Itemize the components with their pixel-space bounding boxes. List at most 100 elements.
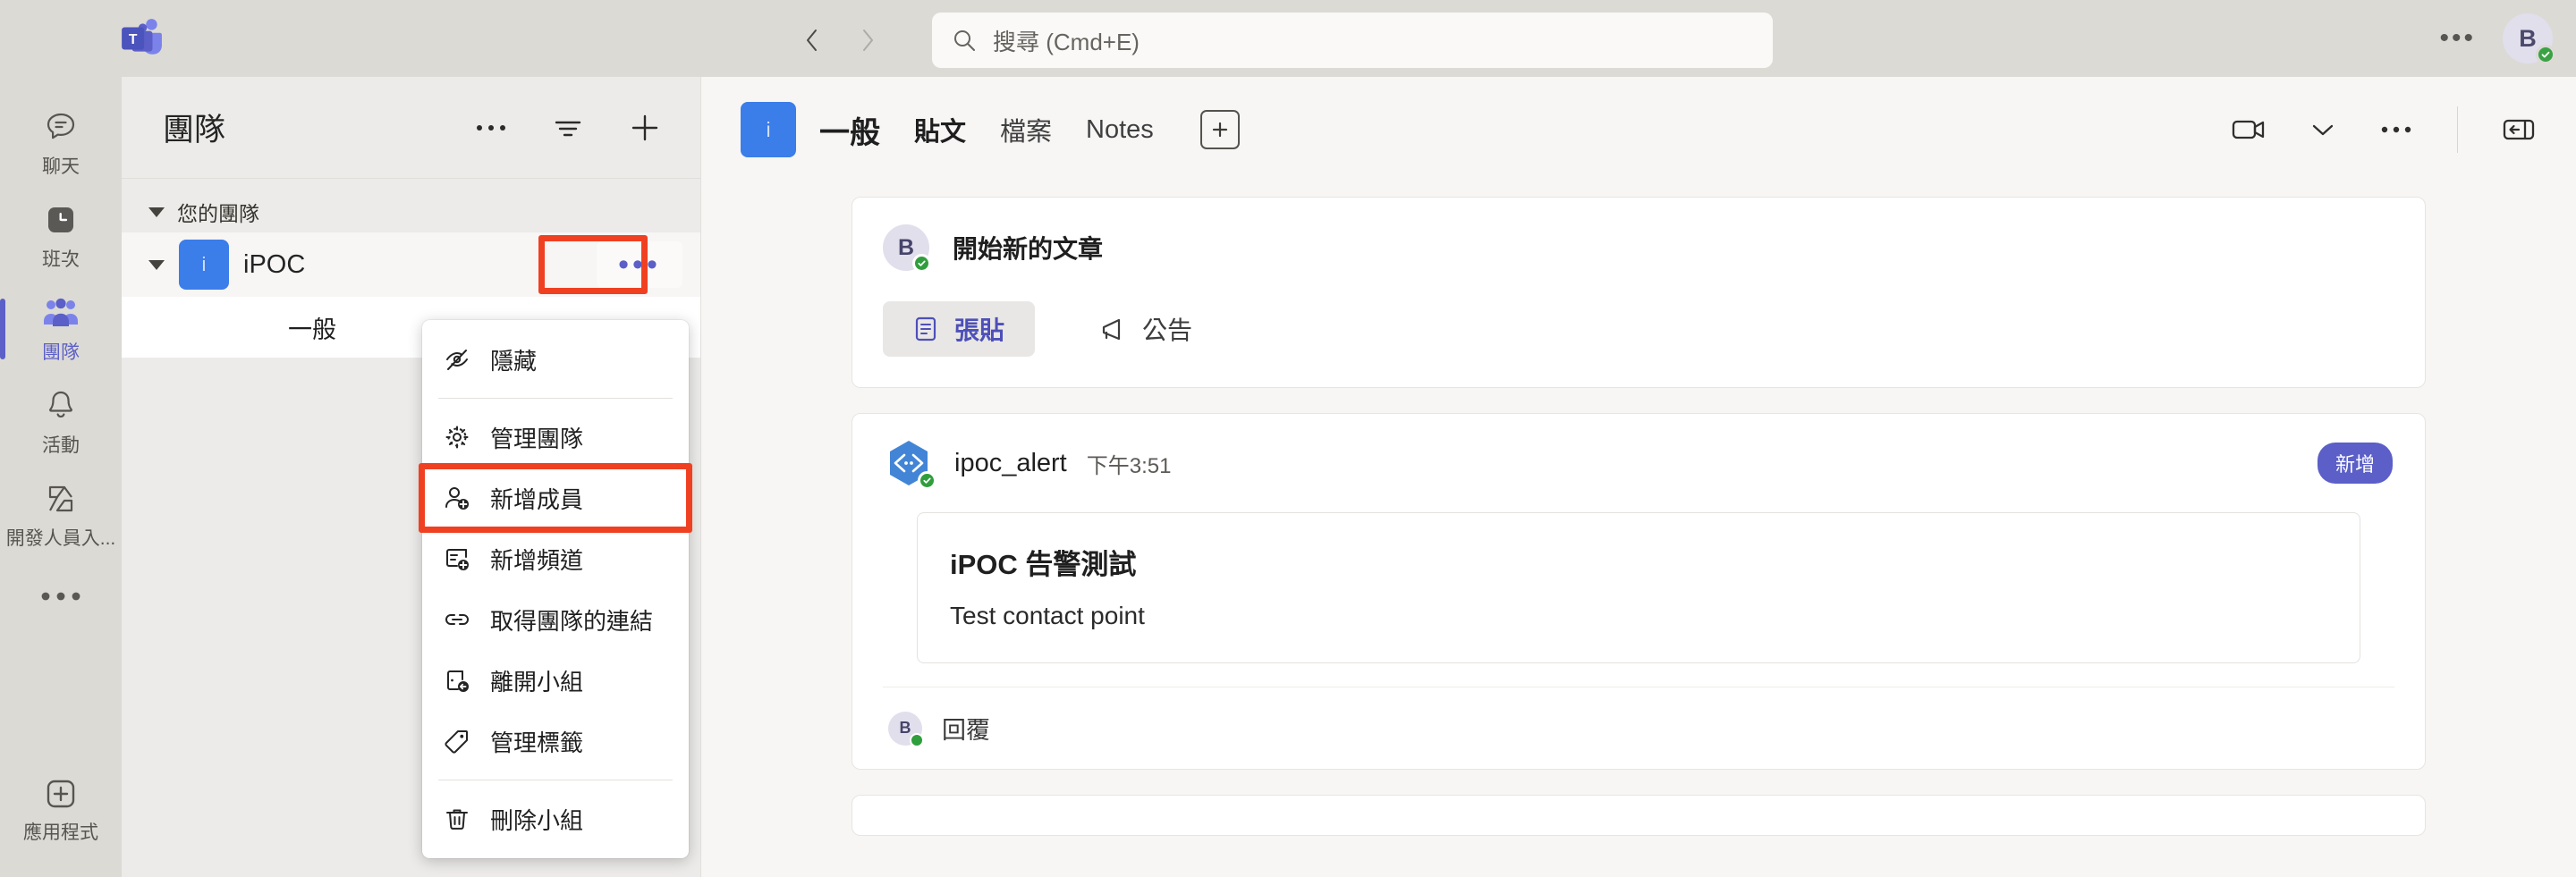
activity-bell-icon: [44, 387, 78, 425]
reply-row[interactable]: B 回覆: [883, 687, 2394, 769]
message-timestamp: 下午3:51: [1086, 453, 1172, 478]
status-badge: 新增: [2317, 443, 2393, 484]
message-author: ipoc_alert: [954, 448, 1067, 477]
menu-item-manage-tags[interactable]: 管理標籤: [422, 711, 689, 772]
sidebar-item-label: 聊天: [42, 156, 80, 177]
plus-box-icon: [43, 776, 79, 812]
menu-separator: [438, 398, 673, 399]
menu-item-add-channel[interactable]: 新增頻道: [422, 528, 689, 589]
left-rail: 聊天 班次 團隊 活動 開發人員入... 應用程式: [0, 77, 122, 877]
post-icon: [913, 316, 938, 342]
menu-item-add-member[interactable]: 新增成員: [419, 463, 692, 533]
menu-item-get-team-link[interactable]: 取得團隊的連結: [422, 589, 689, 650]
sidebar-item-developer-portal[interactable]: 開發人員入...: [0, 468, 122, 561]
menu-item-label: 隱藏: [490, 347, 538, 375]
reply-label[interactable]: 回覆: [942, 711, 990, 746]
message-header: ipoc_alert 下午3:51: [883, 437, 2394, 490]
gear-icon: [442, 422, 472, 452]
menu-item-manage-team[interactable]: 管理團隊: [422, 407, 689, 468]
chevron-left-icon[interactable]: [787, 15, 837, 65]
titlebar-right: ••• B: [2439, 0, 2555, 77]
channel-add-icon: [442, 544, 472, 574]
avatar[interactable]: B: [2503, 13, 2555, 64]
post-type-button[interactable]: 張貼: [883, 301, 1036, 357]
menu-item-label: 取得團隊的連結: [490, 607, 654, 635]
teams-panel-more-button[interactable]: [466, 103, 516, 153]
menu-item-label: 管理標籤: [490, 729, 584, 756]
menu-item-label: 新增頻道: [490, 546, 584, 574]
post-type-label: 張貼: [954, 316, 1005, 344]
teams-group-label: 您的團隊: [177, 202, 259, 225]
posts-feed: B 開始新的文章 張貼 公告 ipoc_alert 下午3:51 新增 iPOC…: [701, 182, 2576, 877]
video-camera-icon[interactable]: [2224, 105, 2275, 155]
team-more-options-button[interactable]: •••: [597, 241, 682, 288]
compose-top: B 開始新的文章: [883, 224, 2394, 273]
menu-item-label: 新增成員: [490, 485, 584, 513]
channel-name: 一般: [288, 316, 336, 343]
eye-off-icon: [442, 344, 472, 375]
alert-title: iPOC 告警測試: [950, 549, 1137, 580]
teams-group-header[interactable]: 您的團隊: [122, 191, 700, 232]
search-icon: [952, 28, 977, 53]
trash-icon: [442, 804, 472, 834]
channel-more-options-button[interactable]: [2371, 105, 2421, 155]
channel-header: i 一般 貼文 檔案 Notes: [701, 77, 2576, 182]
titlebar-more-button[interactable]: •••: [2439, 25, 2476, 52]
menu-item-label: 刪除小組: [490, 806, 584, 834]
tab-files[interactable]: 檔案: [1000, 111, 1052, 148]
add-tab-button[interactable]: [1199, 110, 1240, 149]
sidebar-item-teams[interactable]: 團隊: [0, 282, 122, 375]
main-content: i 一般 貼文 檔案 Notes B 開始新的文章 張貼 公告 ipoc_ale…: [701, 77, 2576, 877]
team-avatar: i: [179, 240, 229, 290]
tag-icon: [442, 726, 472, 756]
sidebar-item-activity[interactable]: 活動: [0, 375, 122, 468]
message: ipoc_alert 下午3:51 新增 iPOC 告警測試 Test cont…: [852, 414, 2425, 769]
developer-portal-icon: [42, 480, 80, 518]
chevron-right-icon[interactable]: [843, 15, 893, 65]
compose-placeholder[interactable]: 開始新的文章: [953, 230, 1103, 266]
chat-icon: [43, 108, 79, 146]
svg-text:T: T: [129, 32, 138, 47]
rail-more-button[interactable]: [38, 561, 83, 631]
menu-item-delete-team[interactable]: 刪除小組: [422, 788, 689, 849]
avatar: B: [883, 224, 931, 273]
chevron-down-icon[interactable]: [148, 259, 165, 270]
compose-box[interactable]: B 開始新的文章 張貼 公告: [852, 198, 2425, 387]
team-row-ipoc[interactable]: i iPOC •••: [122, 232, 700, 297]
chevron-down-icon[interactable]: [2298, 105, 2348, 155]
sidebar-item-apps[interactable]: 應用程式: [0, 780, 122, 877]
page-title: 團隊: [163, 113, 226, 148]
menu-item-label: 離開小組: [490, 668, 584, 696]
presence-available-icon: [918, 471, 936, 490]
sidebar-item-chat[interactable]: 聊天: [0, 97, 122, 190]
person-add-icon: [442, 483, 472, 513]
announcement-label: 公告: [1142, 316, 1193, 344]
tab-posts[interactable]: 貼文: [914, 111, 966, 148]
filter-icon[interactable]: [543, 103, 593, 153]
shifts-icon: [44, 201, 78, 239]
channel-title: 一般: [819, 115, 880, 150]
channel-tabs: 貼文 檔案 Notes: [914, 110, 1240, 149]
app-body: 聊天 班次 團隊 活動 開發人員入... 應用程式 團隊 您的團隊 i iPOC…: [0, 77, 2576, 877]
compose-actions: 張貼 公告: [883, 301, 2394, 357]
presence-available-icon: [912, 254, 931, 273]
teams-logo-icon: T: [118, 16, 165, 61]
divider: [2457, 106, 2458, 153]
search-input[interactable]: 搜尋 (Cmd+E): [932, 13, 1773, 68]
sidebar-item-label: 應用程式: [23, 822, 98, 843]
leave-icon: [442, 665, 472, 696]
teams-panel-actions: [466, 103, 670, 153]
sidebar-item-shifts[interactable]: 班次: [0, 190, 122, 282]
menu-item-leave-team[interactable]: 離開小組: [422, 650, 689, 711]
titlebar-center: 搜尋 (Cmd+E): [787, 13, 1773, 68]
menu-item-label: 管理團隊: [490, 425, 584, 452]
sidebar-item-label: 活動: [42, 434, 80, 456]
menu-item-hide[interactable]: 隱藏: [422, 329, 689, 390]
panel-collapse-icon[interactable]: [2494, 105, 2544, 155]
announcement-button[interactable]: 公告: [1065, 301, 1223, 357]
link-icon: [442, 604, 472, 635]
compose-card: B 開始新的文章 張貼 公告: [852, 197, 2426, 388]
add-team-button[interactable]: [620, 103, 670, 153]
announcement-icon: [1096, 316, 1126, 342]
tab-notes[interactable]: Notes: [1086, 115, 1154, 145]
